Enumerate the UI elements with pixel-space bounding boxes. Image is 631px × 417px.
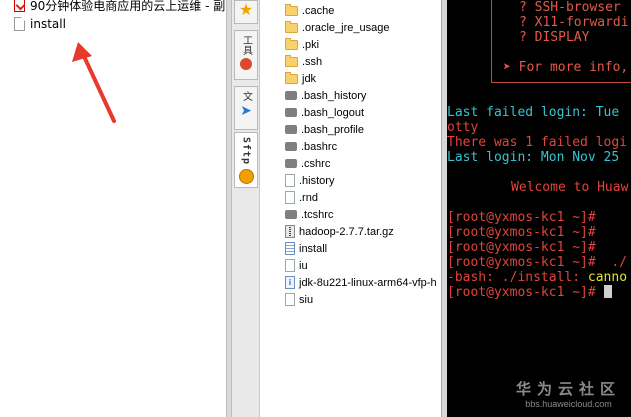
sftp-file-list: .cache .oracle_jre_usage .pki .ssh jdk .bash_… (261, 0, 441, 417)
paper-plane-icon: ➤ (240, 103, 252, 119)
hidden-file-icon (285, 125, 297, 134)
folder-icon (285, 20, 298, 33)
terminal-line: Last failed login: Tue (447, 105, 620, 120)
file-row[interactable]: .bash_profile (285, 121, 364, 138)
watermark-main: 华为云社区 (515, 380, 621, 398)
file-row[interactable]: .bash_logout (285, 104, 364, 121)
hidden-file-icon (285, 108, 297, 117)
file-name: .history (299, 174, 335, 187)
file-row[interactable]: .bash_history (285, 87, 366, 104)
terminal-line: ➤ For more info, (503, 60, 629, 75)
file-row[interactable]: .tcshrc (285, 206, 333, 223)
file-icon (285, 191, 295, 204)
file-row[interactable]: .rnd (285, 189, 318, 206)
watermark-sub: bbs.huaweicloud.com (525, 399, 612, 409)
terminal-error-line: -bash: ./install: canno (447, 270, 627, 285)
terminal-line: ? X11-forwardi (519, 15, 629, 30)
file-name: iu (299, 259, 308, 272)
terminal-line: ? DISPLAY (519, 30, 590, 45)
favorites-tab[interactable]: ★ (234, 0, 258, 24)
file-row[interactable]: .cache (285, 2, 334, 19)
folder-icon (285, 71, 298, 84)
hidden-file-icon (285, 210, 297, 219)
file-name: .cache (302, 4, 335, 17)
error-suffix: canno (587, 270, 628, 285)
file-icon (285, 293, 295, 306)
terminal-prompt: [root@yxmos-kc1 ~]# (447, 240, 596, 255)
vertical-sidebar: ★ 工具 文 ➤ Sftp (232, 0, 260, 417)
file-name: jdk (302, 72, 317, 85)
file-row[interactable]: siu (285, 291, 313, 308)
folder-icon (285, 37, 298, 50)
file-row[interactable]: .oracle_jre_usage (285, 19, 389, 36)
hidden-file-icon (285, 159, 297, 168)
watermark: 华为云社区 bbs.huaweicloud.com (516, 378, 621, 409)
file-name: .oracle_jre_usage (302, 21, 390, 34)
file-row[interactable]: .ssh (285, 53, 322, 70)
file-row[interactable]: i jdk-8u221-linux-arm64-vfp-h (285, 274, 437, 291)
file-row[interactable]: .cshrc (285, 155, 330, 172)
file-name: .rnd (299, 191, 318, 204)
terminal-final-prompt: [root@yxmos-kc1 ~]# (447, 285, 612, 300)
terminal-prompt: [root@yxmos-kc1 ~]# (447, 210, 596, 225)
file-row[interactable]: install (285, 240, 327, 257)
file-name: .cshrc (301, 157, 331, 170)
file-row[interactable]: .history (285, 172, 334, 189)
tool-icon (240, 58, 252, 70)
file-name: install (299, 242, 328, 255)
terminal-window[interactable]: ? SSH-browser ? X11-forwardi ? DISPLAY ➤… (447, 0, 631, 417)
file-icon (285, 259, 295, 272)
terminal-prompt: [root@yxmos-kc1 ~]# (447, 225, 596, 240)
folder-icon (285, 3, 298, 16)
terminal-line: otty (447, 120, 479, 135)
terminal-line: There was 1 failed logi (447, 135, 628, 150)
file-name: jdk-8u221-linux-arm64-vfp-h (299, 276, 437, 289)
explorer-item-pdf[interactable]: 90分钟体验电商应用的云上运维 - 副 (14, 0, 225, 13)
file-name: .tcshrc (301, 208, 334, 221)
file-name: .bashrc (301, 140, 338, 153)
file-row[interactable]: iu (285, 257, 308, 274)
star-icon: ★ (238, 0, 254, 19)
file-name: .bash_profile (301, 123, 364, 136)
file-row[interactable]: .pki (285, 36, 319, 53)
info-file-icon: i (285, 276, 295, 289)
error-prefix: -bash: ./install: (447, 270, 588, 285)
file-name: .bash_logout (301, 106, 364, 119)
terminal-line: Welcome to Huaw (511, 180, 629, 195)
orange-globe-icon (238, 169, 254, 185)
file-icon (14, 17, 25, 31)
archive-icon (285, 225, 295, 238)
terminal-line: ? SSH-browser (519, 0, 621, 15)
left-explorer-pane: 90分钟体验电商应用的云上运维 - 副 install (0, 0, 226, 417)
file-name: .pki (302, 38, 320, 51)
file-row[interactable]: .bashrc (285, 138, 337, 155)
file-name: .ssh (302, 55, 323, 68)
explorer-item-label: install (30, 17, 66, 31)
terminal-line: Last login: Mon Nov 25 (447, 150, 620, 165)
terminal-prompt: [root@yxmos-kc1 ~]# ./ (447, 255, 628, 270)
tools-tab[interactable]: 工具 (234, 30, 258, 80)
file-tab[interactable]: 文 ➤ (234, 86, 258, 130)
file-name: .bash_history (301, 89, 367, 102)
file-row[interactable]: jdk (285, 70, 316, 87)
document-icon (285, 242, 295, 255)
terminal-cursor (603, 285, 612, 298)
explorer-item-label: 90分钟体验电商应用的云上运维 - 副 (30, 0, 226, 13)
file-name: hadoop-2.7.7.tar.gz (299, 225, 394, 238)
tools-tab-label: 工具 (240, 35, 252, 55)
file-name: siu (299, 293, 314, 306)
sftp-tab[interactable]: Sftp (234, 132, 258, 188)
folder-icon (285, 54, 298, 67)
file-row[interactable]: hadoop-2.7.7.tar.gz (285, 223, 394, 240)
hidden-file-icon (285, 142, 297, 151)
explorer-item-install[interactable]: install (14, 16, 66, 32)
hidden-file-icon (285, 91, 297, 100)
sftp-tab-label: Sftp (240, 137, 252, 166)
file-icon (285, 174, 295, 187)
final-prompt-text: [root@yxmos-kc1 ~]# (447, 285, 604, 300)
pdf-icon (14, 0, 25, 12)
file-tab-label: 文 (240, 91, 252, 101)
